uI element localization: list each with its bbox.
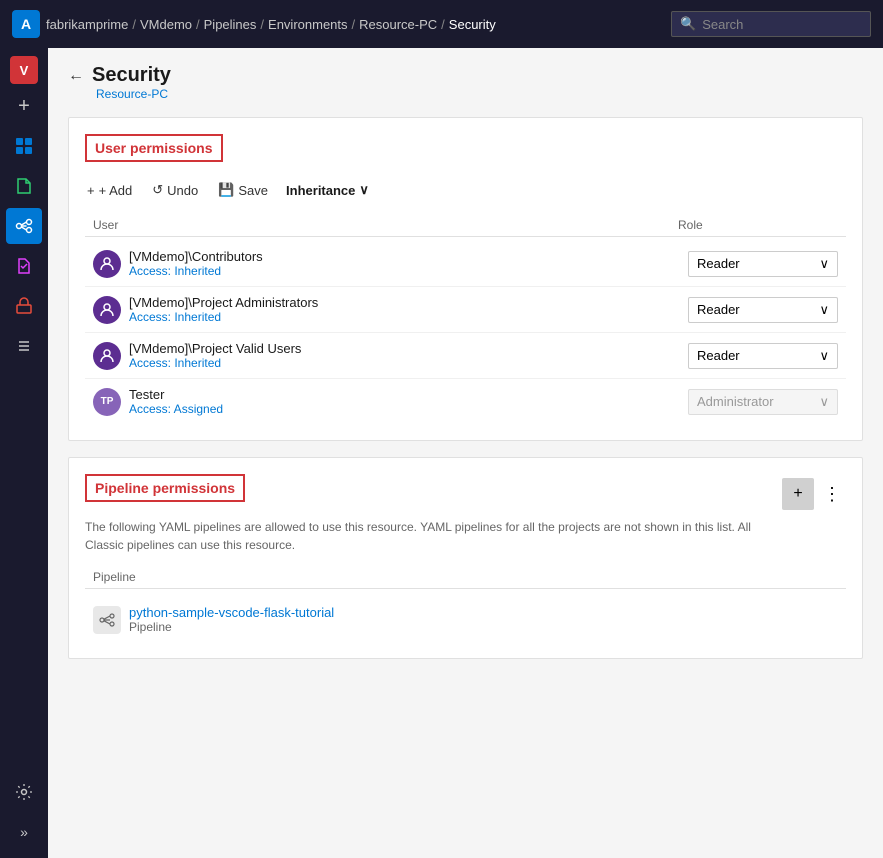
add-button[interactable]: + + Add [85,179,134,202]
avatar: V [10,56,38,84]
breadcrumb-fabrikamprime[interactable]: fabrikamprime [46,17,128,32]
chevron-down-icon: ∨ [819,348,829,364]
sidebar-item-collapse[interactable]: » [6,814,42,850]
role-dropdown[interactable]: Reader ∨ [688,251,838,277]
pipeline-details: python-sample-vscode-flask-tutorial Pipe… [129,605,334,634]
sidebar-item-artifacts[interactable] [6,288,42,324]
table-header: User Role [85,214,846,237]
chevron-down-icon: ∨ [819,302,829,318]
user-info: [VMdemo]\Project Administrators Access: … [93,295,688,324]
pipeline-info-text: The following YAML pipelines are allowed… [85,518,782,554]
chevron-down-icon: ∨ [819,394,829,410]
chevron-down-icon: ∨ [359,182,369,198]
breadcrumb-resource-pc[interactable]: Resource-PC [359,17,437,32]
topbar: A fabrikamprime / VMdemo / Pipelines / E… [0,0,883,48]
pipeline-type: Pipeline [129,620,334,634]
user-permissions-card: User permissions + + Add ↺ Undo 💾 Save I… [68,117,863,441]
breadcrumb: fabrikamprime / VMdemo / Pipelines / Env… [46,17,496,32]
col-user-header: User [93,218,678,232]
user-name: [VMdemo]\Project Valid Users [129,341,301,356]
page-subtitle: Resource-PC [96,87,863,101]
sidebar-item-pipelines[interactable] [6,208,42,244]
user-permissions-title: User permissions [85,134,223,162]
pipeline-permissions-card: Pipeline permissions The following YAML … [68,457,863,659]
pipeline-more-button[interactable]: ⋮ [818,480,846,508]
user-access: Access: Inherited [129,356,301,370]
undo-button[interactable]: ↺ Undo [150,178,200,202]
breadcrumb-pipelines[interactable]: Pipelines [204,17,257,32]
user-name: Tester [129,387,223,402]
table-row: [VMdemo]\Contributors Access: Inherited … [85,241,846,287]
list-item: python-sample-vscode-flask-tutorial Pipe… [85,597,846,642]
sidebar-bottom: » [6,774,42,850]
user-name: [VMdemo]\Project Administrators [129,295,318,310]
page-title: Security [92,64,171,87]
breadcrumb-vmdemo[interactable]: VMdemo [140,17,192,32]
page-header: ← Security Resource-PC [68,64,863,101]
search-box[interactable]: 🔍 [671,11,871,37]
table-row: [VMdemo]\Project Administrators Access: … [85,287,846,333]
inheritance-button[interactable]: Inheritance ∨ [286,182,369,198]
pipeline-add-button[interactable]: + [782,478,814,510]
search-icon: 🔍 [680,16,696,32]
app-logo: A [12,10,40,38]
user-access: Access: Inherited [129,264,263,278]
user-access: Access: Assigned [129,402,223,416]
breadcrumb-environments[interactable]: Environments [268,17,347,32]
sep3: / [260,17,264,32]
breadcrumb-security[interactable]: Security [449,17,496,32]
chevron-down-icon: ∨ [819,256,829,272]
pipeline-table-header: Pipeline [85,566,846,589]
pipeline-link[interactable]: python-sample-vscode-flask-tutorial [129,605,334,620]
back-button[interactable]: ← [68,67,84,85]
main-layout: V + [0,48,883,858]
avatar [93,250,121,278]
role-dropdown[interactable]: Reader ∨ [688,297,838,323]
user-details: [VMdemo]\Project Valid Users Access: Inh… [129,341,301,370]
sep1: / [132,17,136,32]
user-details: Tester Access: Assigned [129,387,223,416]
sidebar-item-testplans[interactable] [6,248,42,284]
sidebar-item-add[interactable]: + [6,88,42,124]
sidebar-item-more[interactable] [6,328,42,364]
avatar: TP [93,388,121,416]
search-input[interactable] [702,17,862,32]
pipeline-permissions-title: Pipeline permissions [85,474,245,502]
sep4: / [352,17,356,32]
sidebar-item-repos[interactable] [6,168,42,204]
table-row: TP Tester Access: Assigned Administrator… [85,379,846,424]
user-info: TP Tester Access: Assigned [93,387,688,416]
user-info: [VMdemo]\Project Valid Users Access: Inh… [93,341,688,370]
role-dropdown[interactable]: Reader ∨ [688,343,838,369]
col-role-header: Role [678,218,838,232]
user-name: [VMdemo]\Contributors [129,249,263,264]
undo-icon: ↺ [152,182,163,198]
avatar [93,296,121,324]
pipeline-icon [93,606,121,634]
user-details: [VMdemo]\Contributors Access: Inherited [129,249,263,278]
avatar [93,342,121,370]
sidebar: V + [0,48,48,858]
user-access: Access: Inherited [129,310,318,324]
permissions-toolbar: + + Add ↺ Undo 💾 Save Inheritance ∨ [85,178,846,202]
sidebar-item-settings[interactable] [6,774,42,810]
user-info: [VMdemo]\Contributors Access: Inherited [93,249,688,278]
sep2: / [196,17,200,32]
save-icon: 💾 [218,182,234,198]
add-icon: + [87,183,95,198]
content-area: ← Security Resource-PC User permissions … [48,48,883,858]
table-row: [VMdemo]\Project Valid Users Access: Inh… [85,333,846,379]
sidebar-item-boards[interactable] [6,128,42,164]
save-button[interactable]: 💾 Save [216,178,270,202]
user-details: [VMdemo]\Project Administrators Access: … [129,295,318,324]
sep5: / [441,17,445,32]
role-dropdown-disabled: Administrator ∨ [688,389,838,415]
